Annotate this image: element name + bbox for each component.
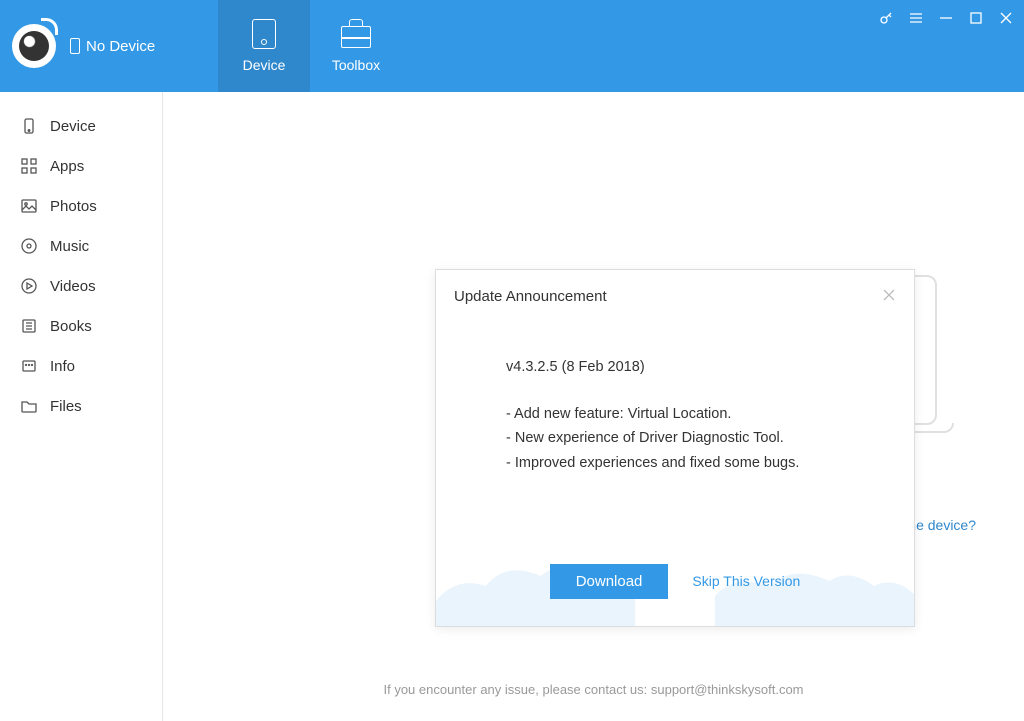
release-note: - New experience of Driver Diagnostic To…: [506, 426, 844, 451]
sidebar-item-label: Videos: [50, 278, 96, 295]
cloud-decoration: [436, 556, 914, 626]
header-left: No Device: [0, 0, 218, 92]
menu-icon[interactable]: [908, 10, 924, 26]
app-header: No Device Device Toolbox: [0, 0, 1024, 92]
app-logo-icon: [12, 24, 56, 68]
tab-label: Toolbox: [332, 57, 380, 73]
phone-icon: [70, 38, 80, 54]
tab-toolbox[interactable]: Toolbox: [310, 0, 402, 92]
videos-icon: [20, 277, 38, 295]
maximize-icon[interactable]: [968, 10, 984, 26]
sidebar-item-books[interactable]: Books: [0, 306, 162, 346]
tab-label: Device: [243, 57, 286, 73]
release-note: - Improved experiences and fixed some bu…: [506, 451, 844, 476]
sidebar-item-videos[interactable]: Videos: [0, 266, 162, 306]
device-icon: [20, 117, 38, 135]
photos-icon: [20, 197, 38, 215]
sidebar-item-apps[interactable]: Apps: [0, 146, 162, 186]
footer-text: If you encounter any issue, please conta…: [163, 682, 1024, 697]
sidebar-item-info[interactable]: Info: [0, 346, 162, 386]
sidebar-item-label: Books: [50, 318, 92, 335]
modal-header: Update Announcement: [436, 270, 914, 315]
close-icon[interactable]: [882, 286, 896, 307]
modal-body: v4.3.2.5 (8 Feb 2018) - Add new feature:…: [436, 315, 914, 536]
minimize-icon[interactable]: [938, 10, 954, 26]
version-line: v4.3.2.5 (8 Feb 2018): [506, 355, 844, 380]
books-icon: [20, 317, 38, 335]
files-icon: [20, 397, 38, 415]
update-modal: Update Announcement v4.3.2.5 (8 Feb 2018…: [435, 269, 915, 627]
sidebar-item-photos[interactable]: Photos: [0, 186, 162, 226]
close-icon[interactable]: [998, 10, 1014, 26]
main-content: ? Cannot recognize the device? If you en…: [163, 92, 1024, 721]
sidebar-item-device[interactable]: Device: [0, 106, 162, 146]
release-note: - Add new feature: Virtual Location.: [506, 402, 844, 427]
window-controls: [878, 10, 1014, 26]
sidebar-item-label: Files: [50, 398, 82, 415]
body: Device Apps Photos Music Videos Books In…: [0, 92, 1024, 721]
sidebar-item-music[interactable]: Music: [0, 226, 162, 266]
sidebar-item-label: Apps: [50, 158, 84, 175]
sidebar-item-label: Music: [50, 238, 89, 255]
modal-footer: Download Skip This Version: [436, 536, 914, 626]
download-button[interactable]: Download: [550, 564, 669, 599]
skip-version-button[interactable]: Skip This Version: [692, 573, 800, 589]
sidebar: Device Apps Photos Music Videos Books In…: [0, 92, 163, 721]
sidebar-item-label: Device: [50, 118, 96, 135]
device-status-label: No Device: [86, 38, 155, 55]
info-icon: [20, 357, 38, 375]
toolbox-tab-icon: [341, 19, 371, 49]
device-tab-icon: [249, 19, 279, 49]
music-icon: [20, 237, 38, 255]
sidebar-item-label: Info: [50, 358, 75, 375]
modal-title: Update Announcement: [454, 288, 607, 305]
sidebar-item-label: Photos: [50, 198, 97, 215]
header-tabs: Device Toolbox: [218, 0, 402, 92]
sidebar-item-files[interactable]: Files: [0, 386, 162, 426]
tab-device[interactable]: Device: [218, 0, 310, 92]
key-icon[interactable]: [878, 10, 894, 26]
device-status: No Device: [70, 38, 155, 55]
apps-icon: [20, 157, 38, 175]
